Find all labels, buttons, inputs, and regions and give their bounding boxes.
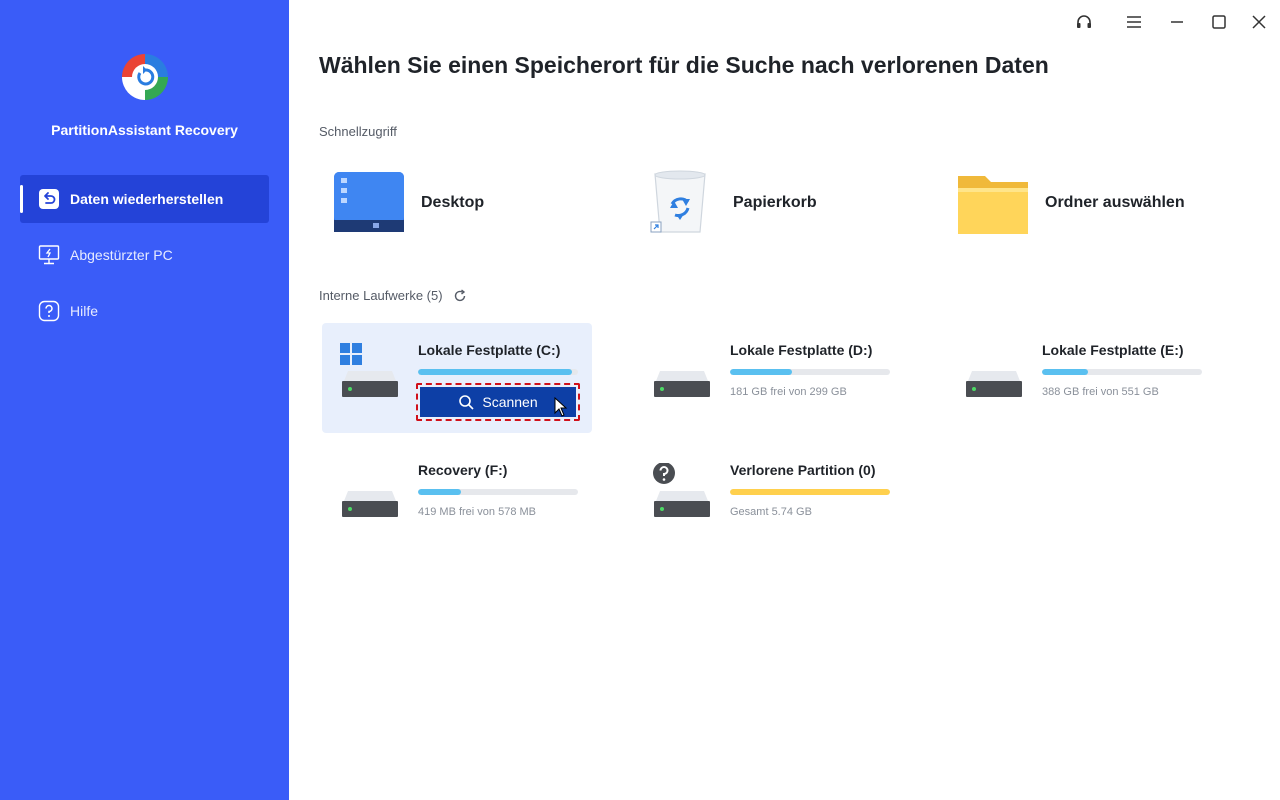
drive-usage-bar [418,369,578,375]
drive-name: Verlorene Partition (0) [730,462,876,478]
app-name: PartitionAssistant Recovery [51,122,238,138]
refresh-icon[interactable] [453,288,467,303]
help-icon [38,300,60,322]
search-icon [459,395,474,410]
hard-drive-icon [340,463,400,533]
hard-drive-icon [340,343,400,413]
sidebar-item-daten-wiederherstellen[interactable]: Daten wiederherstellen [20,175,269,223]
drive-card-lost-partition[interactable]: Verlorene Partition (0) Gesamt 5.74 GB [634,443,904,553]
sidebar-item-label: Daten wiederherstellen [70,191,224,207]
drive-name: Lokale Festplatte (C:) [418,342,561,358]
lost-partition-icon [652,462,712,533]
drive-total-size: Gesamt 5.74 GB [730,506,812,518]
app-logo-icon [122,54,168,100]
drive-usage-bar [730,489,890,495]
internal-drives-label: Interne Laufwerke (5) [319,288,467,303]
sidebar-item-hilfe[interactable]: Hilfe [20,287,269,335]
recycle-bin-icon [645,168,719,238]
folder-icon [957,168,1031,238]
quick-item-ordner-auswaehlen[interactable]: Ordner auswählen [957,168,1185,238]
drive-free-space: 419 MB frei von 578 MB [418,506,537,518]
sidebar-item-label: Hilfe [70,303,99,319]
drive-name: Lokale Festplatte (E:) [1042,342,1184,358]
desktop-icon [333,168,407,238]
sidebar-item-abgestuerzter-pc[interactable]: Abgestürzter PC [20,231,269,279]
minimize-icon[interactable] [1165,10,1189,34]
scan-button-label: Scannen [482,394,538,410]
drive-card-d[interactable]: Lokale Festplatte (D:) 181 GB frei von 2… [634,323,904,433]
hard-drive-icon [964,343,1024,413]
hard-drive-icon [652,343,712,413]
quick-item-label: Desktop [421,194,485,211]
close-icon[interactable] [1247,10,1271,34]
drive-name: Recovery (F:) [418,462,508,478]
drive-usage-bar [418,489,578,495]
mouse-cursor-icon [554,397,568,417]
quick-item-papierkorb[interactable]: Papierkorb [645,168,817,238]
drive-free-space: 181 GB frei von 299 GB [730,386,847,398]
scan-button-highlight: Scannen [416,383,580,421]
sidebar-item-label: Abgestürzter PC [70,247,173,263]
drive-name: Lokale Festplatte (D:) [730,342,873,358]
maximize-icon[interactable] [1207,10,1231,34]
drive-usage-bar [730,369,890,375]
quick-item-desktop[interactable]: Desktop [333,168,484,238]
scan-button[interactable]: Scannen [420,387,576,417]
drive-card-e[interactable]: Lokale Festplatte (E:) 388 GB frei von 5… [946,323,1216,433]
drive-card-f[interactable]: Recovery (F:) 419 MB frei von 578 MB [322,443,592,553]
drive-free-space: 388 GB frei von 551 GB [1042,386,1159,398]
headset-icon[interactable] [1072,10,1096,34]
page-title: Wählen Sie einen Speicherort für die Suc… [319,52,1049,78]
drive-usage-bar [1042,369,1202,375]
menu-icon[interactable] [1122,10,1146,34]
drive-card-c[interactable]: Lokale Festplatte (C:) Scannen [322,323,592,433]
internal-drives-label-text: Interne Laufwerke (5) [319,288,443,303]
quick-access-label: Schnellzugriff [319,124,397,139]
quick-item-label: Papierkorb [733,194,817,211]
monitor-icon [38,244,60,266]
quick-item-label: Ordner auswählen [1045,194,1185,211]
restore-icon [38,188,60,210]
sidebar: PartitionAssistant Recovery Daten wieder… [0,0,289,800]
